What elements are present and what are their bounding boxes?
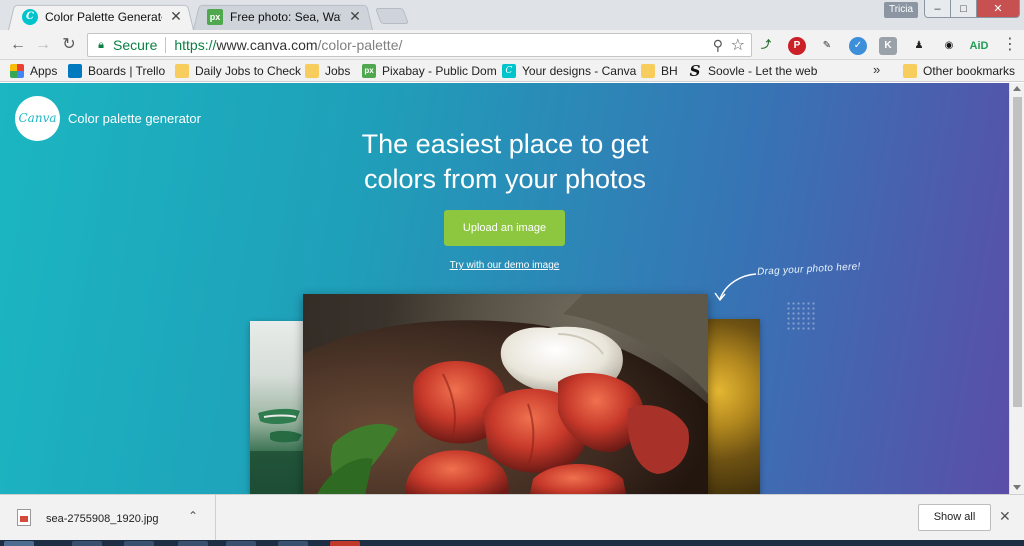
ext-owl-icon[interactable]: ◉: [940, 37, 958, 55]
bookmark-soovle[interactable]: S Soovle - Let the web: [688, 62, 818, 80]
close-window-button[interactable]: ✕: [976, 0, 1020, 18]
profile-button[interactable]: Tricia: [884, 2, 918, 18]
tab-strip: C Color Palette Generator ✕ px Free phot…: [0, 0, 1024, 31]
canva-logo[interactable]: Canva: [15, 96, 60, 141]
canva-icon: C: [502, 64, 516, 78]
bookmark-apps[interactable]: Apps: [10, 63, 57, 79]
demo-image-link[interactable]: Try with our demo image: [444, 260, 565, 271]
browser-toolbar: ← → ↻ 🔒︎ Secure https:// www.canva.com /…: [0, 30, 1024, 60]
folder-icon: [641, 64, 655, 78]
pinterest-icon[interactable]: P: [788, 37, 806, 55]
bookmarks-bar: Apps Boards | Trello Daily Jobs to Check…: [0, 60, 1024, 82]
show-all-button[interactable]: Show all: [918, 504, 991, 531]
sample-image-main[interactable]: [303, 294, 708, 494]
taskbar-item[interactable]: [278, 541, 308, 546]
pixabay-icon: px: [207, 8, 223, 25]
bookmark-label: BH: [661, 64, 678, 78]
lock-icon: 🔒︎: [98, 38, 104, 51]
new-tab-button[interactable]: [375, 8, 409, 24]
download-item[interactable]: sea-2755908_1920.jpg ⌃: [0, 495, 216, 541]
trello-icon: [68, 64, 82, 78]
tulip-image: [303, 294, 708, 494]
address-bar[interactable]: 🔒︎ Secure https:// www.canva.com /color-…: [87, 33, 752, 57]
bookmark-label: Soovle - Let the web: [708, 64, 818, 78]
apps-icon: [10, 64, 24, 78]
canva-icon: C: [22, 8, 38, 25]
eyedropper-icon[interactable]: ✎: [818, 37, 836, 55]
sample-image-right[interactable]: [700, 319, 760, 494]
scroll-up-arrow-icon[interactable]: [1013, 86, 1021, 91]
decorative-dots: [786, 301, 816, 331]
curved-arrow-icon: [714, 273, 757, 302]
taskbar-item[interactable]: [330, 541, 360, 546]
url-path: /color-palette/: [317, 37, 403, 53]
bookmark-label: Apps: [30, 64, 58, 78]
taskbar-item[interactable]: [178, 541, 208, 546]
os-taskbar: [0, 540, 1024, 546]
taskbar-item[interactable]: [72, 541, 102, 546]
close-tab-icon[interactable]: ✕: [347, 8, 363, 25]
download-shelf: sea-2755908_1920.jpg ⌃ Show all ✕: [0, 494, 1024, 541]
tab-title: Color Palette Generator: [45, 9, 162, 24]
url-scheme: https://: [174, 37, 217, 53]
shield-icon[interactable]: ✓: [849, 37, 867, 55]
soovle-icon: S: [689, 62, 701, 80]
bookmark-label: Jobs: [325, 64, 351, 78]
close-icon[interactable]: ✕: [999, 508, 1011, 525]
tab-title: Free photo: Sea, Water, W: [230, 9, 341, 24]
back-button[interactable]: ←: [8, 35, 28, 55]
minimize-button[interactable]: –: [924, 0, 951, 18]
download-file-name: sea-2755908_1920.jpg: [46, 513, 159, 525]
ext-arrow-icon[interactable]: ⤴: [757, 37, 775, 55]
pixabay-icon: px: [362, 64, 376, 78]
bookmark-canva[interactable]: C Your designs - Canva: [502, 63, 636, 79]
drag-hint-text: Drag your photo here!: [756, 261, 861, 278]
tab-color-palette-generator[interactable]: C Color Palette Generator ✕: [8, 3, 194, 31]
security-label: Secure: [113, 37, 158, 53]
scrollbar-thumb[interactable]: [1013, 97, 1022, 407]
scroll-down-arrow-icon[interactable]: [1013, 485, 1021, 490]
taskbar-item[interactable]: [124, 541, 154, 546]
forward-button[interactable]: →: [33, 35, 53, 55]
chevron-up-icon[interactable]: ⌃: [188, 509, 198, 523]
page-scrollbar[interactable]: [1009, 83, 1024, 494]
browser-menu-icon[interactable]: ⋮: [1002, 35, 1018, 55]
url-host: www.canva.com: [216, 37, 318, 53]
bookmark-daily-jobs[interactable]: Daily Jobs to Check: [175, 63, 301, 79]
bookmarks-overflow-button[interactable]: »: [873, 62, 880, 77]
bookmark-bh[interactable]: BH: [641, 63, 678, 79]
bookmark-trello[interactable]: Boards | Trello: [68, 63, 165, 79]
bookmark-label: Other bookmarks: [923, 64, 1016, 78]
bookmark-label: Pixabay - Public Dom: [382, 64, 497, 78]
headline-line-2: colors from your photos: [363, 164, 647, 194]
search-icon[interactable]: ⚲: [713, 37, 723, 54]
divider: [165, 37, 167, 53]
bookmark-jobs[interactable]: Jobs: [305, 63, 350, 79]
ext-person-icon[interactable]: ♟: [910, 37, 928, 55]
bookmark-label: Boards | Trello: [88, 64, 166, 78]
page-content: Canva Color palette generator The easies…: [0, 83, 1009, 494]
bookmark-label: Your designs - Canva: [522, 64, 637, 78]
brand-title: Color palette generator: [68, 111, 201, 126]
ext-k-icon[interactable]: K: [879, 37, 897, 55]
bookmark-label: Daily Jobs to Check: [195, 64, 302, 78]
folder-icon: [305, 64, 319, 78]
tab-free-photo[interactable]: px Free photo: Sea, Water, W ✕: [193, 3, 373, 31]
upload-image-button[interactable]: Upload an image: [444, 210, 565, 246]
image-file-icon: [17, 509, 31, 526]
bookmark-star-icon[interactable]: ☆: [731, 35, 745, 55]
page-title: The easiest place to get colors from you…: [305, 127, 705, 197]
other-bookmarks[interactable]: Other bookmarks: [903, 63, 1015, 79]
maximize-button[interactable]: □: [950, 0, 977, 18]
reload-button[interactable]: ↻: [59, 35, 79, 55]
folder-icon: [903, 64, 917, 78]
ext-aid-icon[interactable]: AiD: [966, 37, 992, 55]
folder-icon: [175, 64, 189, 78]
taskbar-item[interactable]: [226, 541, 256, 546]
headline-line-1: The easiest place to get: [361, 129, 649, 159]
start-button[interactable]: [4, 541, 34, 546]
bookmark-pixabay[interactable]: px Pixabay - Public Dom: [362, 63, 497, 79]
close-tab-icon[interactable]: ✕: [168, 8, 184, 25]
